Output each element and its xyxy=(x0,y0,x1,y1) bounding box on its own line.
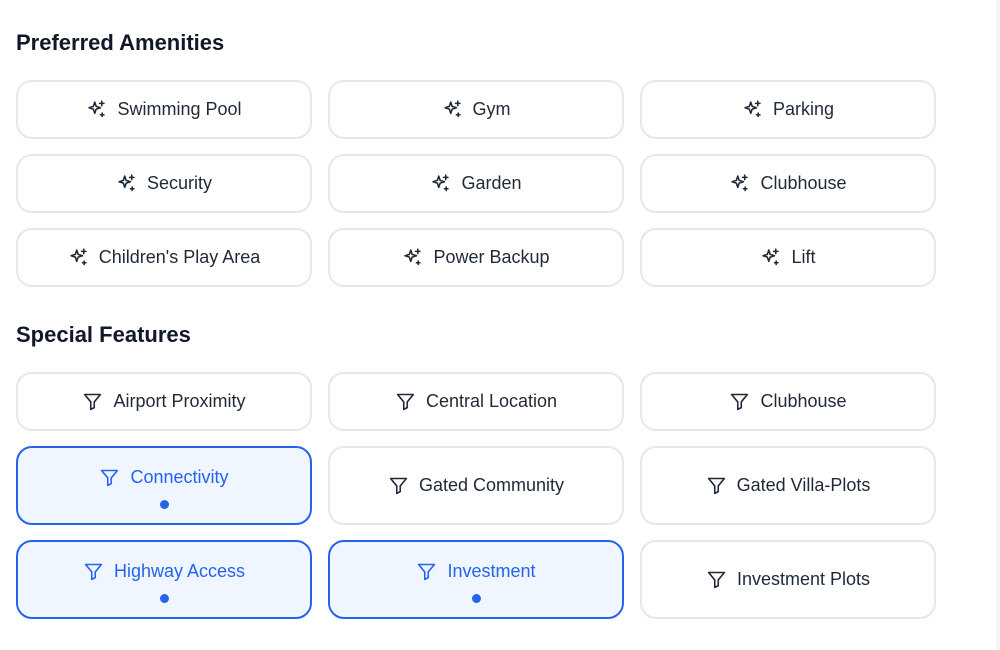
amenity-chip-clubhouse[interactable]: Clubhouse xyxy=(640,154,936,213)
selected-indicator-dot xyxy=(159,499,169,509)
feature-label: Gated Villa-Plots xyxy=(736,475,871,495)
filter-icon xyxy=(99,467,120,488)
amenity-label: Parking xyxy=(772,99,835,119)
feature-label: Investment Plots xyxy=(736,569,871,589)
filter-icon xyxy=(82,391,103,412)
feature-label: Investment xyxy=(447,560,536,581)
amenity-label: Lift xyxy=(791,247,816,267)
sparkles-icon xyxy=(442,99,463,120)
feature-label: Clubhouse xyxy=(760,391,847,411)
filter-icon xyxy=(706,475,727,496)
scrollbar[interactable] xyxy=(996,0,1000,650)
amenity-chip-gym[interactable]: Gym xyxy=(328,80,624,139)
sparkles-icon xyxy=(760,247,781,268)
amenity-label: Clubhouse xyxy=(760,173,847,193)
amenity-label: Children's Play Area xyxy=(98,247,261,267)
feature-chip-airport-proximity[interactable]: Airport Proximity xyxy=(16,372,312,431)
sparkles-icon xyxy=(116,173,137,194)
features-section-title: Special Features xyxy=(16,322,191,347)
feature-chip-central-location[interactable]: Central Location xyxy=(328,372,624,431)
filter-icon xyxy=(83,561,104,582)
amenity-label: Power Backup xyxy=(433,247,550,267)
amenity-chip-security[interactable]: Security xyxy=(16,154,312,213)
amenity-chip-lift[interactable]: Lift xyxy=(640,228,936,287)
sparkles-icon xyxy=(430,173,451,194)
filter-icon xyxy=(729,391,750,412)
amenity-label: Gym xyxy=(472,99,511,119)
feature-label: Airport Proximity xyxy=(113,391,246,411)
filter-icon xyxy=(395,391,416,412)
feature-label: Connectivity xyxy=(130,466,229,487)
feature-label: Gated Community xyxy=(418,475,565,495)
feature-chip-highway-access[interactable]: Highway Access xyxy=(16,540,312,619)
amenity-label: Garden xyxy=(461,173,522,193)
amenities-section-title: Preferred Amenities xyxy=(16,30,225,55)
feature-label: Highway Access xyxy=(113,560,246,581)
filter-icon xyxy=(706,569,727,590)
selected-indicator-dot xyxy=(471,593,481,603)
amenity-chip-garden[interactable]: Garden xyxy=(328,154,624,213)
feature-chip-gated-community[interactable]: Gated Community xyxy=(328,446,624,525)
feature-chip-investment-plots[interactable]: Investment Plots xyxy=(640,540,936,619)
amenities-grid: Swimming Pool Gym Parking Security Garde… xyxy=(16,80,936,287)
features-grid: Airport Proximity Central Location Clubh… xyxy=(16,372,936,619)
amenity-chip-power-backup[interactable]: Power Backup xyxy=(328,228,624,287)
filter-icon xyxy=(388,475,409,496)
selected-indicator-dot xyxy=(159,593,169,603)
feature-chip-gated-villa-plots[interactable]: Gated Villa-Plots xyxy=(640,446,936,525)
feature-label: Central Location xyxy=(425,391,558,411)
amenity-label: Swimming Pool xyxy=(117,99,242,119)
feature-chip-connectivity[interactable]: Connectivity xyxy=(16,446,312,525)
amenity-chip-parking[interactable]: Parking xyxy=(640,80,936,139)
filter-icon xyxy=(416,561,437,582)
amenity-chip-swimming-pool[interactable]: Swimming Pool xyxy=(16,80,312,139)
feature-chip-clubhouse[interactable]: Clubhouse xyxy=(640,372,936,431)
sparkles-icon xyxy=(86,99,107,120)
amenity-label: Security xyxy=(146,173,213,193)
sparkles-icon xyxy=(742,99,763,120)
sparkles-icon xyxy=(402,247,423,268)
sparkles-icon xyxy=(729,173,750,194)
sparkles-icon xyxy=(68,247,89,268)
amenity-chip-childrens-play-area[interactable]: Children's Play Area xyxy=(16,228,312,287)
feature-chip-investment[interactable]: Investment xyxy=(328,540,624,619)
